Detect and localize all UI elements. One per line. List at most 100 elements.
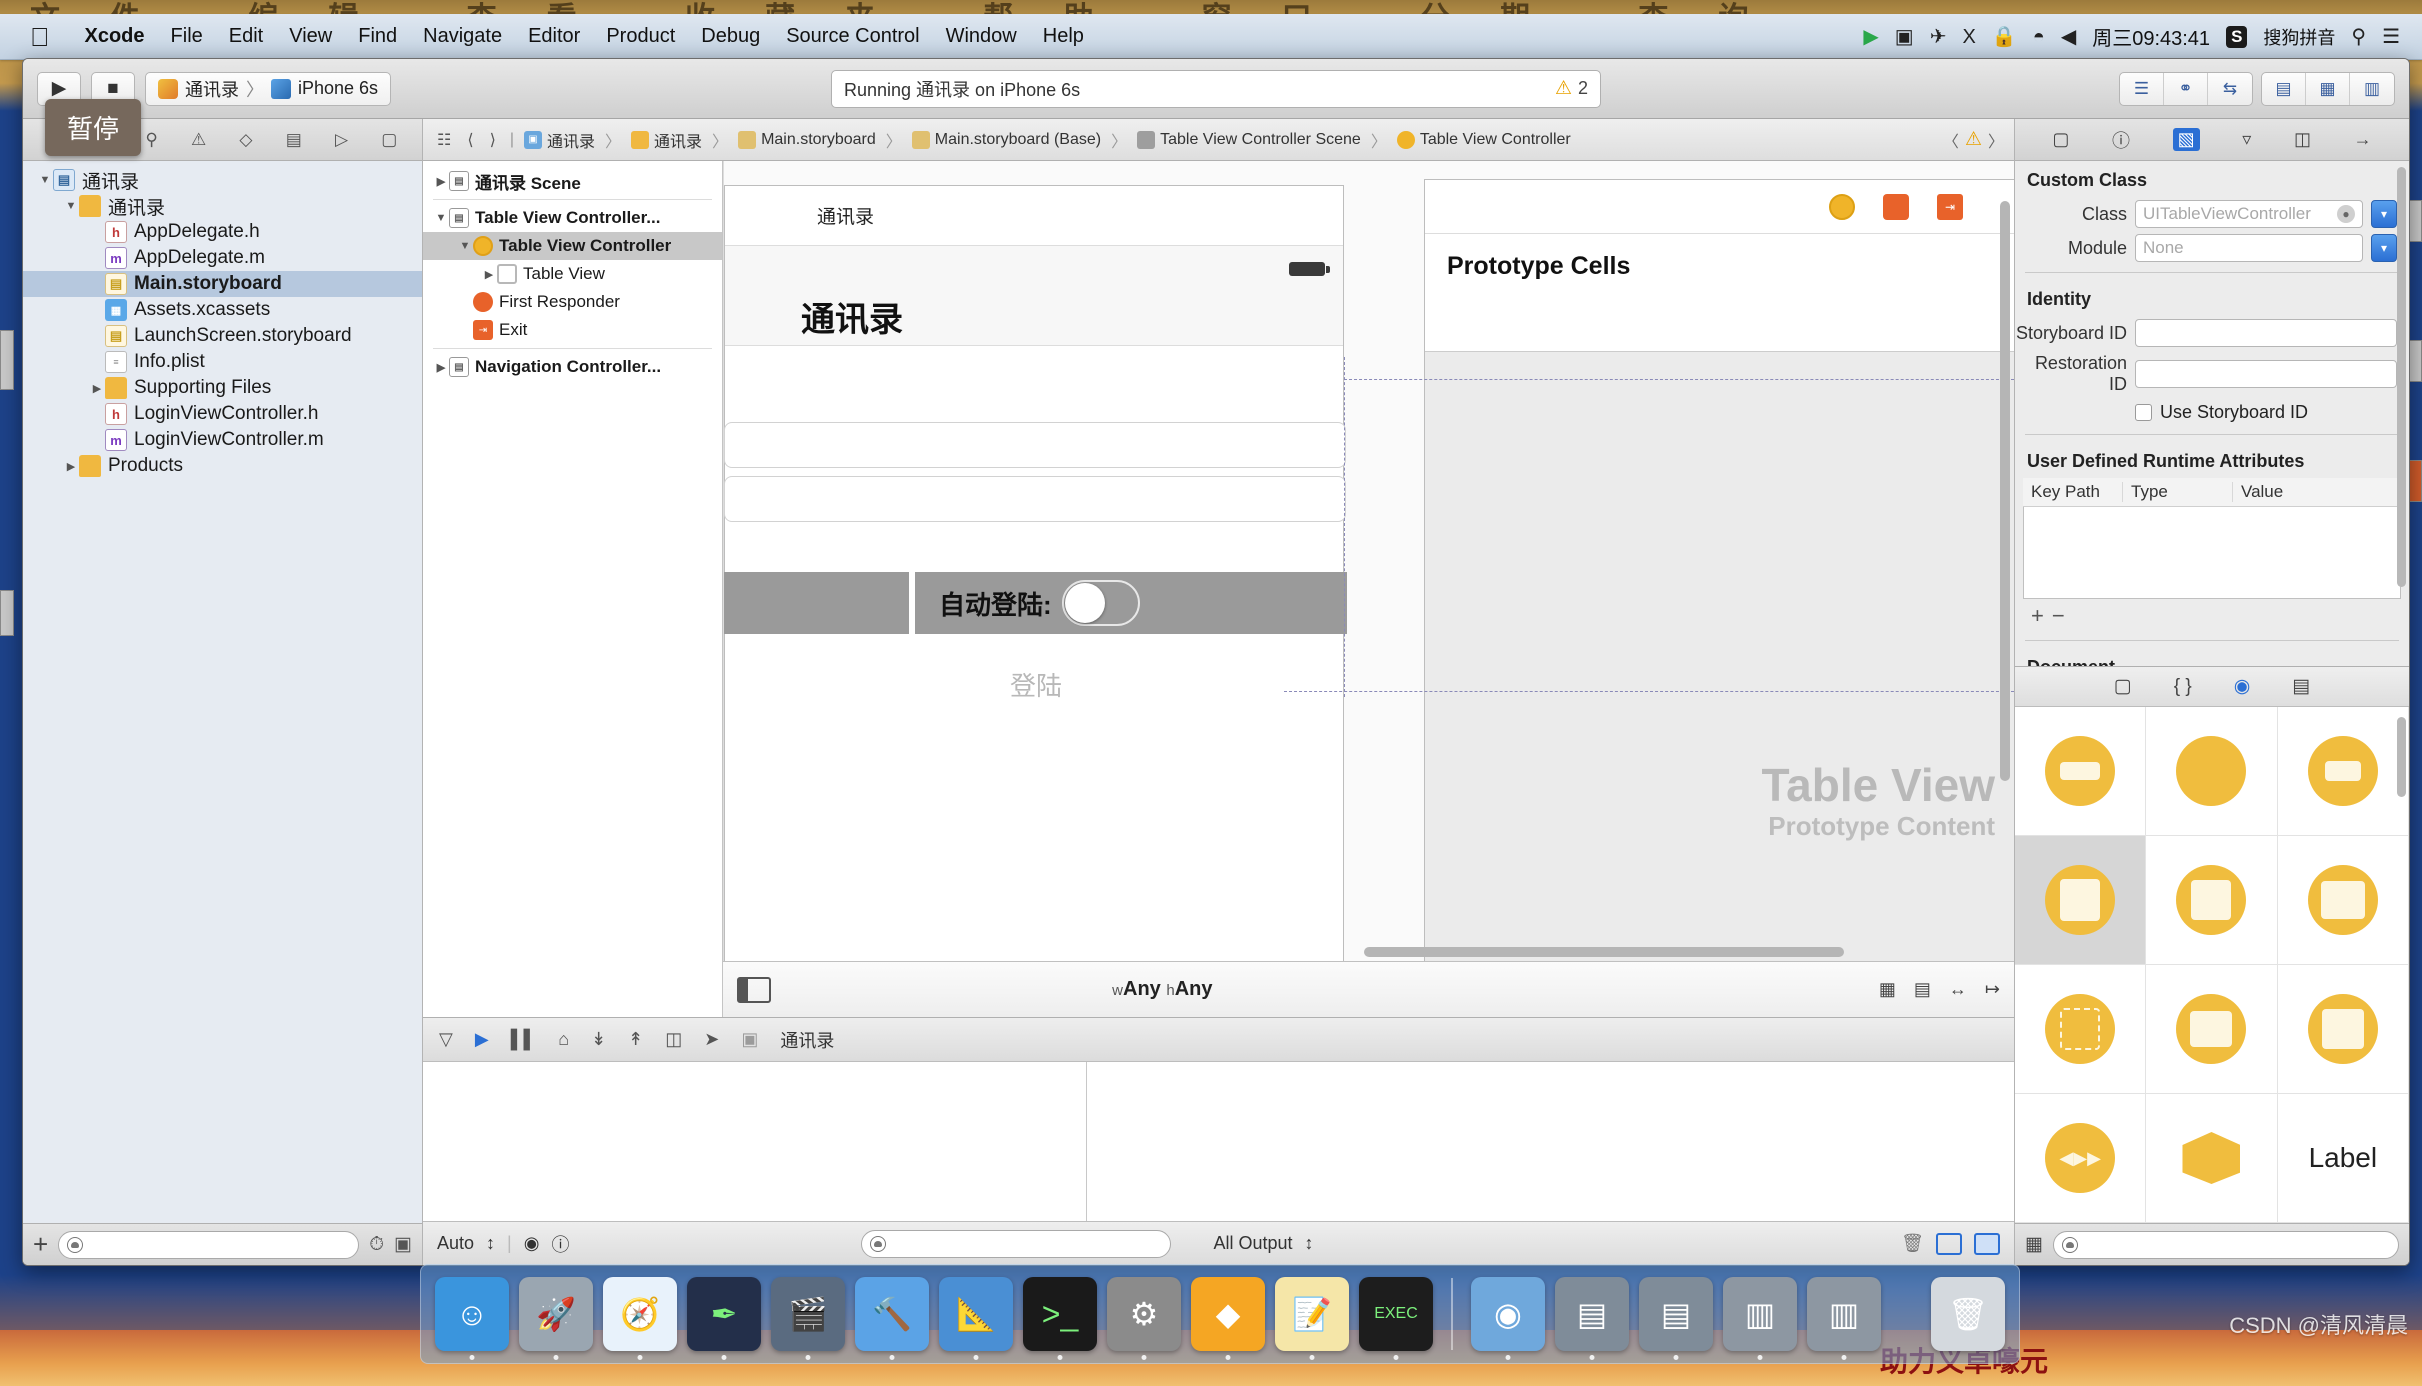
library-item-image-view-icon[interactable] bbox=[2277, 965, 2409, 1094]
module-dropdown-icon[interactable]: ▾ bbox=[2371, 234, 2397, 262]
align-icon[interactable]: ▤ bbox=[1914, 979, 1931, 1000]
location-simulate-icon[interactable]: ➤ bbox=[704, 1029, 719, 1050]
menu-navigate[interactable]: Navigate bbox=[410, 25, 515, 48]
navigator-row-10[interactable]: m LoginViewController.m bbox=[23, 427, 422, 453]
login-scene[interactable]: 通讯录 通讯录 自动登陆: 登陆 bbox=[724, 185, 1347, 961]
left-pane-icon[interactable] bbox=[1936, 1232, 1962, 1255]
library-filter-input[interactable] bbox=[2052, 1230, 2399, 1259]
search-icon[interactable]: ⚲ bbox=[2351, 27, 2366, 47]
outline-row-4[interactable]: ▶ Table View bbox=[423, 260, 722, 288]
debug-toggle-icon[interactable]: ▦ bbox=[2306, 72, 2350, 105]
dock-finder-icon[interactable]: ☺ bbox=[435, 1277, 509, 1360]
outline-row-8[interactable]: ▶ ▤ Navigation Controller... bbox=[423, 353, 722, 381]
pause-icon[interactable]: ▌▌ bbox=[511, 1029, 537, 1050]
file-template-library-icon[interactable]: ▢ bbox=[2114, 675, 2132, 698]
dock-quicktime-icon[interactable]: 🎬 bbox=[771, 1277, 845, 1360]
navigator-filter-input[interactable] bbox=[58, 1230, 360, 1259]
library-item-partial-circle-top-icon[interactable] bbox=[2015, 707, 2147, 836]
disclosure-closed-icon[interactable]: ▶ bbox=[433, 175, 449, 188]
dock-simulator-window-icon[interactable]: ▥ bbox=[1723, 1277, 1797, 1360]
navigator-tab-breakpoint[interactable]: ▷ bbox=[335, 130, 348, 150]
auto-login-row[interactable]: 自动登陆: bbox=[915, 572, 1347, 634]
navigator-row-7[interactable]: ≡ Info.plist bbox=[23, 349, 422, 375]
standard-editor-icon[interactable]: ☰ bbox=[2120, 72, 2164, 105]
view-hierarchy-icon[interactable]: ◫ bbox=[665, 1029, 682, 1050]
next-issue-icon[interactable]: 〉 bbox=[1988, 128, 2004, 152]
related-items-icon[interactable]: ☷ bbox=[433, 130, 455, 150]
breadcrumb-file[interactable]: Main.storyboard bbox=[738, 130, 876, 149]
menu-product[interactable]: Product bbox=[593, 25, 688, 48]
menu-help[interactable]: Help bbox=[1030, 25, 1097, 48]
continue-icon[interactable]: ▶ bbox=[475, 1029, 489, 1050]
udra-table-body[interactable] bbox=[2023, 507, 2401, 599]
breadcrumb-group[interactable]: 通讯录 bbox=[631, 128, 702, 152]
quick-help-icon[interactable]: ⓘ bbox=[2112, 127, 2130, 153]
dock-simulator-window-icon[interactable]: ▤ bbox=[1555, 1277, 1629, 1360]
library-item-label-icon[interactable]: Label bbox=[2277, 1094, 2409, 1223]
library-item-player-controls-icon[interactable]: ◀▶▶ bbox=[2015, 1094, 2147, 1223]
connections-inspector-icon[interactable]: → bbox=[2354, 129, 2372, 150]
udra-remove-icon[interactable]: − bbox=[2052, 603, 2073, 628]
pin-icon[interactable]: ↔ bbox=[1949, 979, 1967, 1000]
inspector-scrollbar[interactable] bbox=[2397, 167, 2406, 587]
menu-find[interactable]: Find bbox=[345, 25, 410, 48]
library-item-banner-view-icon[interactable] bbox=[2277, 836, 2409, 965]
console-view[interactable] bbox=[1087, 1062, 2015, 1221]
dock-sketch-icon[interactable]: ◆ bbox=[1191, 1277, 1265, 1360]
library-item-table-view-icon[interactable] bbox=[2015, 836, 2147, 965]
exit-icon[interactable]: ⇥ bbox=[1937, 194, 1963, 220]
size-class-indicator[interactable]: wAny hAny bbox=[1112, 978, 1212, 1001]
warning-indicator[interactable]: ⚠ 2 bbox=[1555, 77, 1588, 100]
table-view-content[interactable]: Table View Prototype Content bbox=[1425, 352, 2014, 961]
assistant-editor-icon[interactable]: ⚭ bbox=[2164, 72, 2208, 105]
grid-view-icon[interactable]: ▦ bbox=[2025, 1233, 2043, 1256]
dock-dash-icon[interactable]: ✒ bbox=[687, 1277, 761, 1360]
login-submit-button[interactable]: 登陆 bbox=[725, 666, 1347, 703]
back-chevron-icon[interactable]: ⟨ bbox=[463, 130, 477, 150]
input-method-label[interactable]: 搜狗拼音 bbox=[2263, 24, 2335, 50]
library-item-scroll-view-icon[interactable] bbox=[2146, 965, 2278, 1094]
dock-system-preferences-icon[interactable]: ⚙ bbox=[1107, 1277, 1181, 1360]
variables-scope-chevron[interactable]: ↕ bbox=[486, 1233, 495, 1254]
module-input[interactable]: None bbox=[2135, 234, 2363, 262]
navigator-row-6[interactable]: ▤ LaunchScreen.storyboard bbox=[23, 323, 422, 349]
menu-source-control[interactable]: Source Control bbox=[773, 25, 932, 48]
attributes-inspector-icon[interactable]: ▿ bbox=[2242, 129, 2251, 150]
variables-view[interactable] bbox=[423, 1062, 1087, 1221]
password-textfield[interactable] bbox=[724, 476, 1346, 522]
class-dropdown-icon[interactable]: ▾ bbox=[2371, 200, 2397, 228]
view-controller-icon[interactable] bbox=[1829, 194, 1855, 220]
navigator-tab-search[interactable]: ⚲ bbox=[145, 130, 157, 150]
navigator-row-0[interactable]: ▼ ▤ 通讯录 bbox=[23, 167, 422, 193]
dock-notes-icon[interactable]: 📝 bbox=[1275, 1277, 1349, 1360]
dock-simulator-window-icon[interactable]: ▤ bbox=[1639, 1277, 1713, 1360]
navigator-row-4[interactable]: ▤ Main.storyboard bbox=[23, 271, 422, 297]
menu-debug[interactable]: Debug bbox=[688, 25, 773, 48]
disclosure-closed-icon[interactable]: ▶ bbox=[63, 460, 79, 473]
bluetooth-icon[interactable]: Χ bbox=[1962, 27, 1975, 47]
console-filter-input[interactable] bbox=[861, 1229, 1172, 1258]
canvas-horizontal-scrollbar[interactable] bbox=[1364, 947, 1844, 957]
disclosure-open-icon[interactable]: ▼ bbox=[433, 212, 449, 224]
outline-row-2[interactable]: ▼ ▤ Table View Controller... bbox=[423, 204, 722, 232]
debug-process-label[interactable]: 通讯录 bbox=[780, 1027, 834, 1053]
output-scope-chevron[interactable]: ↕ bbox=[1304, 1233, 1313, 1254]
navigator-row-1[interactable]: ▼ 通讯录 bbox=[23, 193, 422, 219]
play-circle-icon[interactable]: ▶ bbox=[1863, 27, 1878, 47]
version-editor-icon[interactable]: ⇆ bbox=[2208, 73, 2252, 105]
object-library-grid[interactable]: ◀▶▶ Label bbox=[2015, 707, 2409, 1223]
output-scope-label[interactable]: All Output bbox=[1213, 1233, 1292, 1254]
dock-safari-icon[interactable]: 🧭 bbox=[603, 1277, 677, 1360]
step-over-icon[interactable]: ⌂ bbox=[558, 1029, 569, 1050]
menu-editor[interactable]: Editor bbox=[515, 25, 593, 48]
screen-record-icon[interactable]: ▣ bbox=[1895, 27, 1914, 47]
use-storyboard-id-row[interactable]: Use Storyboard ID bbox=[2015, 398, 2409, 427]
udra-add-icon[interactable]: + bbox=[2031, 603, 2052, 628]
navigator-row-9[interactable]: h LoginViewController.h bbox=[23, 401, 422, 427]
utilities-toggle-icon[interactable]: ▥ bbox=[2350, 73, 2394, 105]
first-responder-icon[interactable] bbox=[1883, 194, 1909, 220]
auto-login-switch[interactable] bbox=[1061, 580, 1140, 626]
lock-icon[interactable]: 🔒 bbox=[1992, 27, 2017, 47]
menu-window[interactable]: Window bbox=[933, 25, 1030, 48]
dock-exec-icon[interactable]: EXEC bbox=[1359, 1277, 1433, 1360]
